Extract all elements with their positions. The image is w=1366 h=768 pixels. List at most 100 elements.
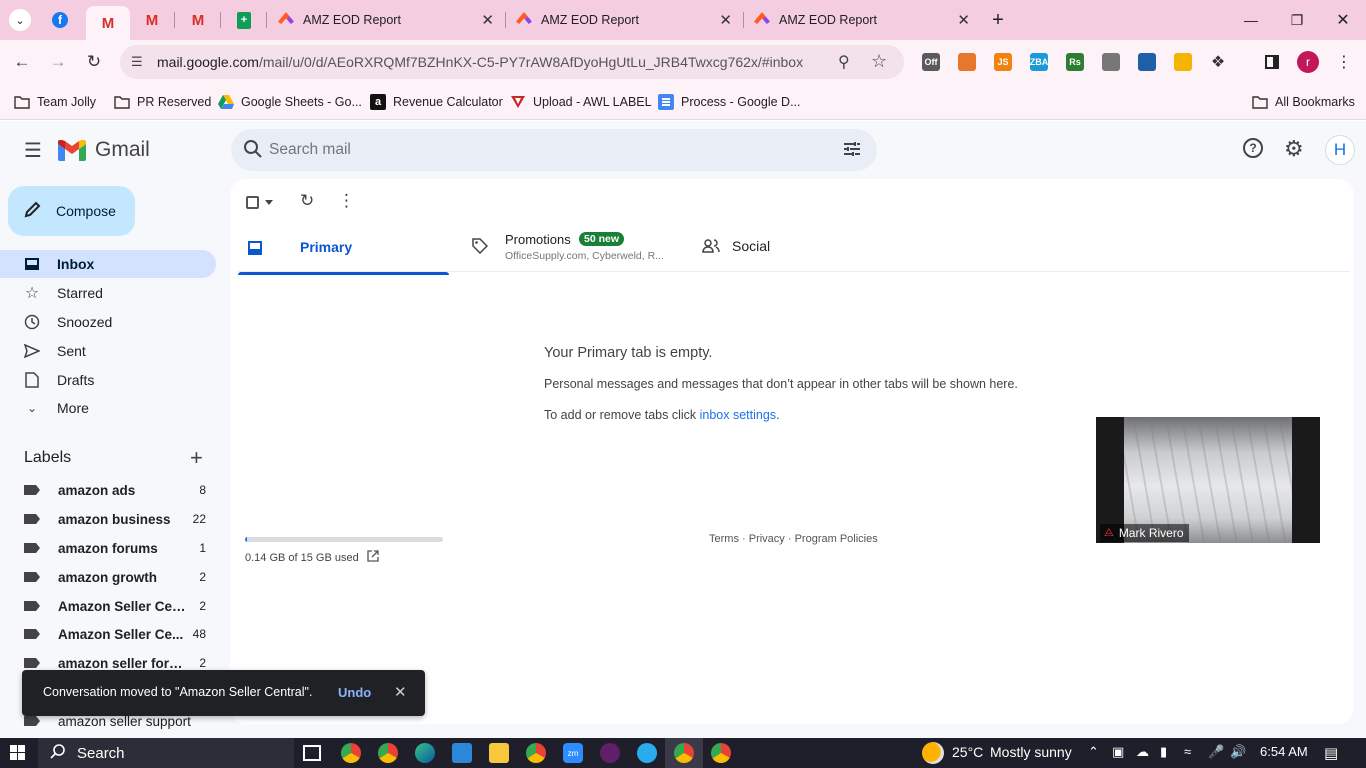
label-amazon-seller-central-2[interactable]: Amazon Seller Ce... 48 bbox=[0, 620, 216, 648]
bookmark-revenue-calculator[interactable]: a Revenue Calculator bbox=[370, 92, 503, 112]
chrome-taskbar-icon-active[interactable] bbox=[674, 743, 694, 763]
search-options-icon[interactable] bbox=[843, 140, 861, 163]
label-amazon-forums[interactable]: amazon forums 1 bbox=[0, 534, 216, 562]
file-explorer-taskbar-icon[interactable] bbox=[489, 743, 509, 763]
start-button[interactable] bbox=[10, 745, 25, 760]
gmail-logo[interactable]: Gmail bbox=[58, 138, 150, 162]
search-bar[interactable] bbox=[231, 129, 877, 171]
main-menu-button[interactable]: ☰ bbox=[16, 137, 50, 163]
chrome-taskbar-icon[interactable] bbox=[378, 743, 398, 763]
store-taskbar-icon[interactable] bbox=[452, 743, 472, 763]
label-amazon-ads[interactable]: amazon ads 8 bbox=[0, 476, 216, 504]
storage-usage[interactable]: 0.14 GB of 15 GB used bbox=[245, 550, 379, 565]
nav-snoozed[interactable]: Snoozed bbox=[0, 308, 216, 336]
meet-icon[interactable]: ▣ bbox=[1112, 744, 1124, 760]
settings-button[interactable]: ⚙ bbox=[1284, 136, 1308, 161]
support-button[interactable]: ? bbox=[1243, 138, 1267, 162]
onedrive-icon[interactable]: ☁ bbox=[1136, 744, 1149, 760]
new-tab-button[interactable]: + bbox=[980, 6, 1016, 34]
tab-gmail-2[interactable]: M bbox=[134, 6, 170, 34]
nav-inbox[interactable]: Inbox bbox=[0, 250, 216, 278]
more-actions-button[interactable]: ⋮ bbox=[338, 191, 355, 211]
task-view-icon[interactable] bbox=[303, 745, 321, 761]
reload-button[interactable]: ↻ bbox=[80, 48, 108, 76]
undo-button[interactable]: Undo bbox=[338, 685, 371, 700]
all-bookmarks-button[interactable]: All Bookmarks bbox=[1252, 92, 1355, 112]
close-icon[interactable]: ✕ bbox=[957, 11, 970, 29]
rs-extension-icon[interactable]: Rs bbox=[1066, 53, 1084, 71]
compose-button[interactable]: Compose bbox=[8, 186, 135, 236]
restore-button[interactable]: ❐ bbox=[1274, 0, 1320, 40]
chrome-taskbar-icon[interactable] bbox=[711, 743, 731, 763]
account-avatar[interactable]: H bbox=[1325, 135, 1355, 165]
close-icon[interactable]: ✕ bbox=[719, 11, 732, 29]
tab-promotions[interactable]: Promotions 50 new OfficeSupply.com, Cybe… bbox=[464, 226, 684, 272]
nav-more[interactable]: ⌄ More bbox=[0, 394, 216, 422]
extensions-button[interactable]: ❖ bbox=[1204, 48, 1232, 76]
scout-extension-icon[interactable] bbox=[1174, 53, 1192, 71]
chrome-taskbar-icon[interactable] bbox=[341, 743, 361, 763]
forward-button[interactable]: → bbox=[44, 48, 72, 76]
side-panel-button[interactable] bbox=[1258, 48, 1286, 76]
bookmark-google-sheets[interactable]: Google Sheets - Go... bbox=[218, 92, 362, 112]
clock-time[interactable]: 6:54 AM bbox=[1260, 744, 1308, 759]
tab-search-button[interactable]: ⌄ bbox=[2, 6, 38, 34]
snackbar-close-icon[interactable]: ✕ bbox=[394, 683, 407, 701]
label-amazon-business[interactable]: amazon business 22 bbox=[0, 505, 216, 533]
bookmark-team-jolly[interactable]: Team Jolly bbox=[14, 92, 96, 112]
tab-gmail-active[interactable]: M bbox=[86, 6, 130, 40]
close-window-button[interactable]: ✕ bbox=[1320, 0, 1366, 40]
notifications-icon[interactable]: ▤ bbox=[1324, 744, 1338, 762]
close-icon[interactable]: ✕ bbox=[481, 11, 494, 29]
program-policies-link[interactable]: Program Policies bbox=[795, 533, 878, 545]
nav-starred[interactable]: ☆ Starred bbox=[0, 279, 216, 307]
chevron-up-icon[interactable]: ⌃ bbox=[1088, 744, 1099, 760]
select-checkbox[interactable] bbox=[246, 192, 280, 212]
bookmark-pr-reserved[interactable]: PR Reserved bbox=[114, 92, 211, 112]
telegram-taskbar-icon[interactable] bbox=[637, 743, 657, 763]
minimize-button[interactable]: — bbox=[1228, 0, 1274, 40]
plane-extension-icon[interactable] bbox=[1102, 53, 1120, 71]
chrome-taskbar-icon[interactable] bbox=[526, 743, 546, 763]
tab-facebook[interactable]: f bbox=[42, 6, 78, 34]
zba-extension-icon[interactable]: ZBA bbox=[1030, 53, 1048, 71]
privacy-link[interactable]: Privacy bbox=[749, 533, 785, 545]
zoom-taskbar-icon[interactable]: zm bbox=[563, 743, 583, 763]
browser-menu-button[interactable]: ⋮ bbox=[1330, 48, 1358, 76]
bookmark-upload-awl-label[interactable]: Upload - AWL LABEL bbox=[510, 92, 652, 112]
tab-sheets[interactable]: + bbox=[226, 6, 262, 34]
profile-button[interactable]: r bbox=[1294, 48, 1322, 76]
video-call-tile[interactable]: ⨺ Mark Rivero bbox=[1096, 417, 1320, 543]
tab-social[interactable]: Social bbox=[694, 226, 894, 272]
wifi-icon[interactable]: ≈ bbox=[1184, 744, 1191, 759]
tab-amz-eod-report-1[interactable]: AMZ EOD Report ✕ bbox=[272, 6, 502, 34]
nav-drafts[interactable]: Drafts bbox=[0, 366, 216, 394]
bookmark-star-icon[interactable]: ☆ bbox=[871, 51, 887, 72]
search-icon[interactable] bbox=[243, 139, 263, 164]
slack-taskbar-icon[interactable] bbox=[600, 743, 620, 763]
inbox-settings-link[interactable]: inbox settings bbox=[700, 408, 776, 422]
zoom-icon[interactable]: ⚲ bbox=[838, 52, 850, 72]
firefox-like-extension-icon[interactable] bbox=[958, 53, 976, 71]
back-button[interactable]: ← bbox=[8, 48, 36, 76]
create-label-button[interactable]: + bbox=[190, 445, 203, 471]
js-extension-icon[interactable]: JS bbox=[994, 53, 1012, 71]
tab-amz-eod-report-3[interactable]: AMZ EOD Report ✕ bbox=[748, 6, 978, 34]
nav-sent[interactable]: Sent bbox=[0, 337, 216, 365]
search-input[interactable] bbox=[269, 139, 809, 161]
terms-link[interactable]: Terms bbox=[709, 533, 739, 545]
tab-gmail-3[interactable]: M bbox=[180, 6, 216, 34]
label-amazon-seller-central-1[interactable]: Amazon Seller Cen... 2 bbox=[0, 592, 216, 620]
refresh-button[interactable]: ↻ bbox=[300, 191, 314, 211]
edge-taskbar-icon[interactable] bbox=[415, 743, 435, 763]
weather-icon[interactable] bbox=[922, 742, 944, 764]
tab-amz-eod-report-2[interactable]: AMZ EOD Report ✕ bbox=[510, 6, 740, 34]
off-extension-icon[interactable]: Off bbox=[922, 53, 940, 71]
address-bar[interactable]: ☰ mail.google.com/mail/u/0/d/AEoRXRQMf7B… bbox=[120, 45, 904, 79]
microphone-icon[interactable]: 🎤 bbox=[1208, 744, 1224, 760]
helium-extension-icon[interactable] bbox=[1138, 53, 1156, 71]
site-info-icon[interactable]: ☰ bbox=[131, 54, 143, 70]
battery-icon[interactable]: ▮ bbox=[1160, 744, 1167, 760]
label-amazon-growth[interactable]: amazon growth 2 bbox=[0, 563, 216, 591]
bookmark-process-google-docs[interactable]: Process - Google D... bbox=[658, 92, 801, 112]
